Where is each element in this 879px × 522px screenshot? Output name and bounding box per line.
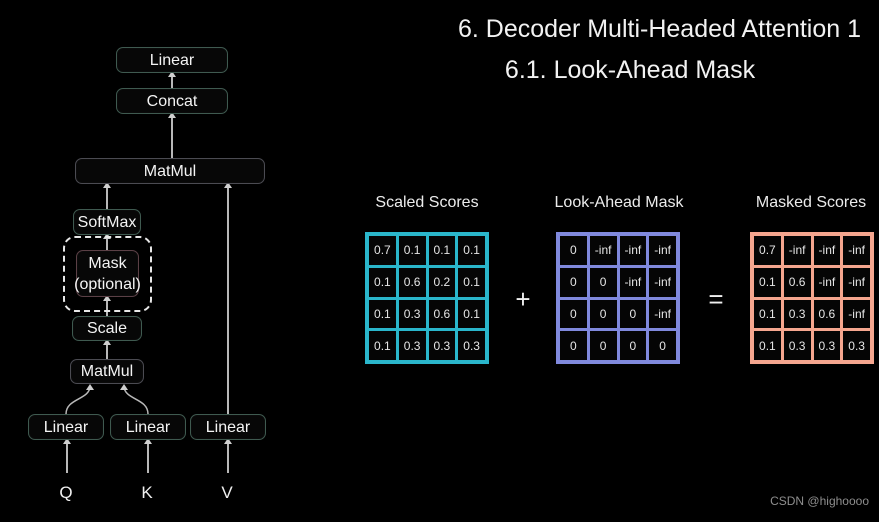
matrix-title-look-ahead-mask: Look-Ahead Mask <box>554 194 684 211</box>
input-label-q: Q <box>59 483 73 502</box>
connector-v-input <box>227 441 229 473</box>
matrix-cell: 0.3 <box>843 331 870 360</box>
matrix-cell: 0.3 <box>398 331 426 360</box>
page-title-line-1: 6. Decoder Multi-Headed Attention 1 <box>457 15 861 43</box>
matrix-cell: 0.3 <box>458 331 485 360</box>
operator-plus: + <box>515 284 531 314</box>
matrix-cell: 0.7 <box>754 236 781 265</box>
matrix-cell: 0.6 <box>813 299 841 329</box>
matrix-cell: 0 <box>589 267 617 297</box>
node-label: MatMul <box>80 363 134 380</box>
matrix-cell: 0.1 <box>754 331 781 360</box>
matrix-cell: 0 <box>619 299 647 329</box>
node-label: Linear <box>125 418 171 436</box>
matrix-cell: -inf <box>589 236 617 265</box>
node-mask-optional[interactable]: Mask (optional) <box>74 250 141 297</box>
node-label: Concat <box>146 92 198 110</box>
matrix-cell: 0.1 <box>754 267 781 297</box>
input-label-v: V <box>221 483 233 502</box>
node-linear-q[interactable]: Linear <box>28 414 104 440</box>
node-label-line-1: Mask <box>88 254 127 272</box>
matrix-cell: -inf <box>843 236 870 265</box>
matrix-cell: 0.2 <box>428 267 456 297</box>
matrix-cell: 0.1 <box>369 267 396 297</box>
matrix-cell: -inf <box>843 299 870 329</box>
node-linear-k[interactable]: Linear <box>110 414 186 440</box>
matrix-cell: 0 <box>560 299 587 329</box>
node-linear-v[interactable]: Linear <box>190 414 266 440</box>
matrix-cell: 0 <box>619 331 647 360</box>
input-label-k: K <box>141 483 153 502</box>
page-title-line-2: 6.1. Look-Ahead Mask <box>504 56 756 84</box>
matrix-cell: 0.1 <box>754 299 781 329</box>
matrix-cell: -inf <box>649 299 676 329</box>
matrix-cell: 0.1 <box>369 299 396 329</box>
node-matmul-attention-output[interactable]: MatMul <box>75 158 265 184</box>
matrix-cell: 0 <box>560 267 587 297</box>
node-scale[interactable]: Scale <box>72 316 142 341</box>
arrowhead-q-to-matmul <box>86 384 94 390</box>
node-label: Linear <box>205 418 251 436</box>
matrix-title-scaled-scores: Scaled Scores <box>375 194 479 211</box>
matrix-cell: 0.1 <box>458 267 485 297</box>
matrix-cell: 0 <box>589 299 617 329</box>
matrix-cell: -inf <box>813 267 841 297</box>
node-matmul-qk[interactable]: MatMul <box>70 359 144 384</box>
matrix-cell: 0.1 <box>369 331 396 360</box>
matrix-cell: 0.1 <box>398 236 426 265</box>
node-label: MatMul <box>143 162 197 180</box>
connector-q-input <box>66 441 68 473</box>
connector-matmul-to-concat <box>171 113 173 158</box>
matrix-cell: 0.1 <box>458 299 485 329</box>
node-label: Linear <box>43 418 89 436</box>
arrowhead-k-to-matmul <box>120 384 128 390</box>
matrix-cell: -inf <box>649 267 676 297</box>
watermark: CSDN @highoooo <box>770 494 869 508</box>
node-softmax[interactable]: SoftMax <box>73 209 141 235</box>
node-label-line-2: (optional) <box>74 275 141 293</box>
matrix-cell: -inf <box>619 267 647 297</box>
matrix-cell: 0.3 <box>428 331 456 360</box>
matrix-scaled-scores: 0.7 0.1 0.1 0.1 0.1 0.6 0.2 0.1 0.1 0.3 0.6 0.1 0.1 0… <box>365 232 489 364</box>
matrix-cell: 0.6 <box>398 267 426 297</box>
matrix-cell: -inf <box>843 267 870 297</box>
connector-k-input <box>147 441 149 473</box>
matrix-look-ahead-mask: 0 -inf -inf -inf 0 0 -inf -inf 0 0 0 -inf 0 0 0 0 <box>556 232 680 364</box>
matrix-cell: 0.1 <box>458 236 485 265</box>
operator-equals: = <box>708 284 724 314</box>
matrix-cell: 0.6 <box>428 299 456 329</box>
node-concat[interactable]: Concat <box>116 88 228 114</box>
node-label: Linear <box>149 51 195 69</box>
matrix-cell: 0 <box>589 331 617 360</box>
matrix-cell: -inf <box>619 236 647 265</box>
matrix-cell: -inf <box>783 236 811 265</box>
node-label: Scale <box>86 320 128 337</box>
matrix-cell: 0.3 <box>783 331 811 360</box>
matrix-cell: -inf <box>649 236 676 265</box>
node-linear-output[interactable]: Linear <box>116 47 228 73</box>
matrix-title-masked-scores: Masked Scores <box>755 194 867 211</box>
matrix-cell: 0.7 <box>369 236 396 265</box>
matrix-cell: 0.3 <box>783 299 811 329</box>
matrix-cell: 0 <box>560 236 587 265</box>
matrix-cell: 0.6 <box>783 267 811 297</box>
matrix-cell: 0 <box>560 331 587 360</box>
matrix-cell: 0 <box>649 331 676 360</box>
matrix-cell: 0.1 <box>428 236 456 265</box>
matrix-masked-scores: 0.7 -inf -inf -inf 0.1 0.6 -inf -inf 0.1 0.3 0.6 -i… <box>750 232 874 364</box>
matrix-cell: 0.3 <box>813 331 841 360</box>
matrix-cell: -inf <box>813 236 841 265</box>
matrix-cell: 0.3 <box>398 299 426 329</box>
node-label: SoftMax <box>77 213 137 231</box>
